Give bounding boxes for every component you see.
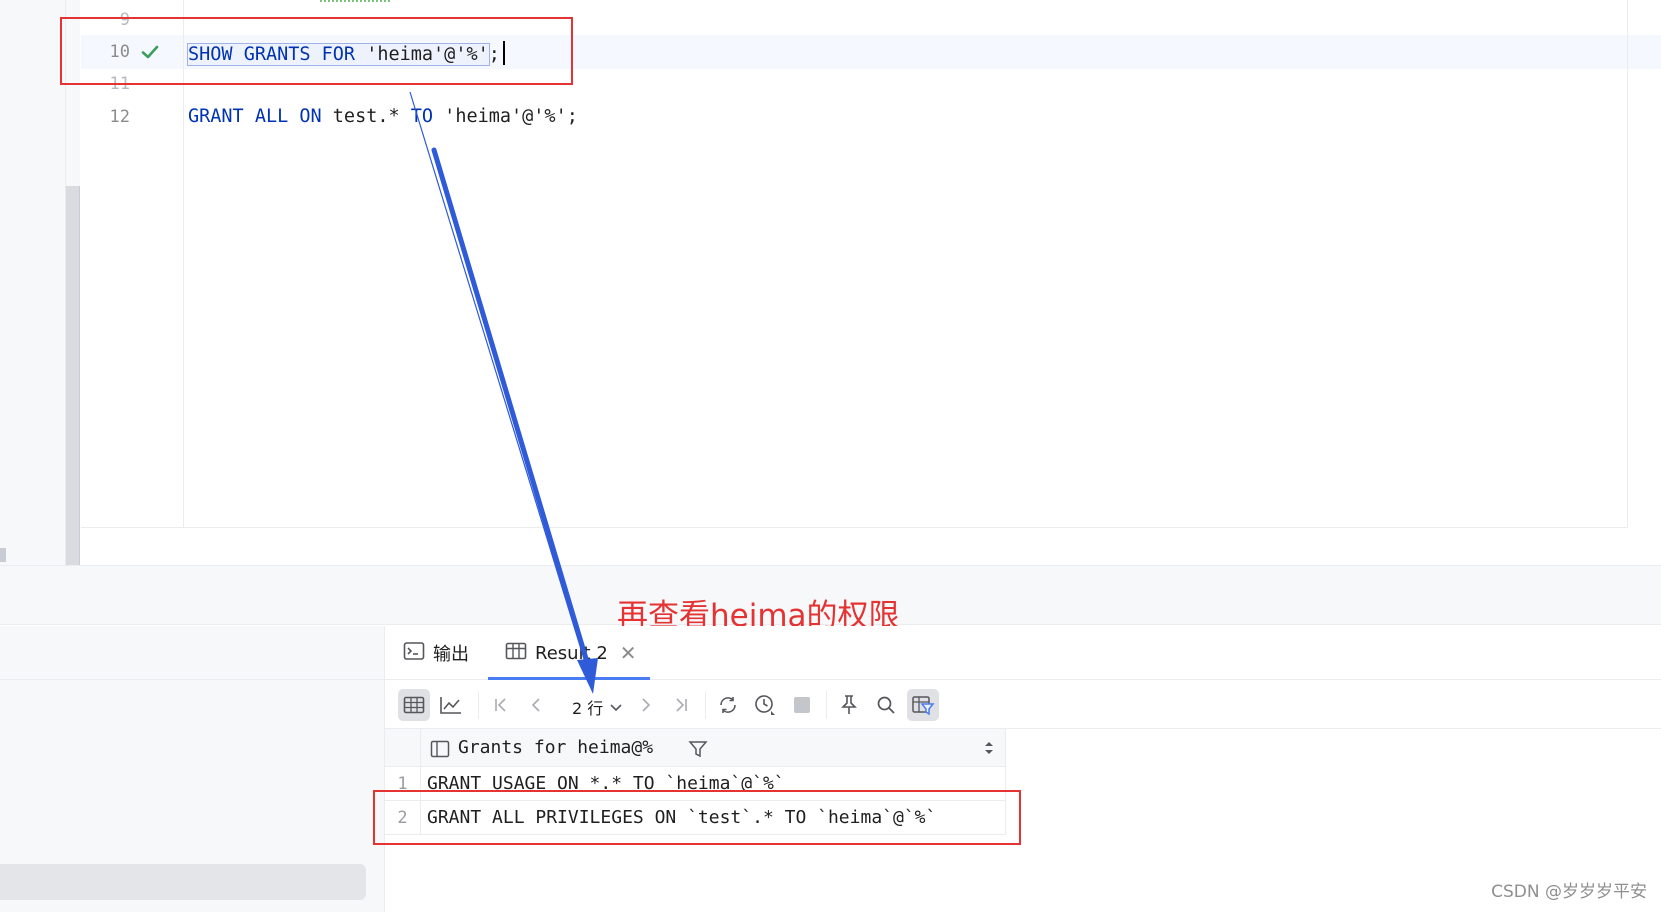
watermark: CSDN @岁岁岁平安 <box>1491 882 1647 902</box>
annotation-arrow <box>409 91 598 694</box>
